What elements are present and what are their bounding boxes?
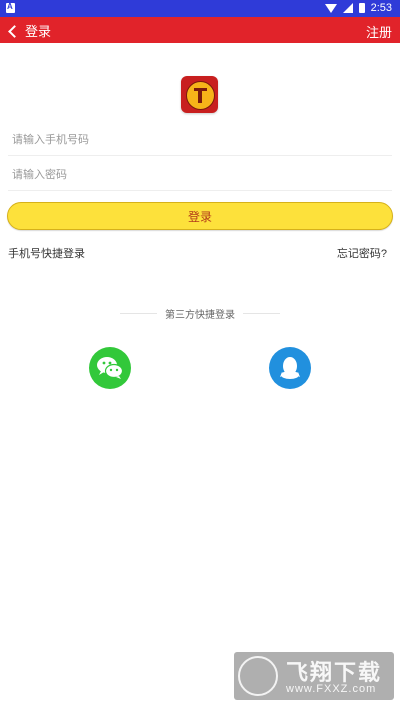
- password-input[interactable]: [8, 160, 400, 190]
- app-bar: 登录 注册: [0, 17, 400, 43]
- qq-login-button[interactable]: [269, 347, 311, 389]
- login-button[interactable]: 登录: [7, 202, 393, 230]
- divider-line-left: [120, 312, 157, 314]
- forgot-password-link[interactable]: 忘记密码?: [337, 245, 387, 261]
- wifi-icon: [324, 3, 337, 13]
- watermark: 飞翔下载 www.FXXZ.com: [234, 652, 394, 700]
- divider-line-right: [243, 312, 280, 314]
- back-button[interactable]: 登录: [8, 21, 52, 40]
- watermark-url: www.FXXZ.com: [286, 683, 377, 695]
- phone-field: [8, 125, 400, 156]
- status-time: 2:53: [370, 2, 392, 14]
- watermark-logo-icon: [238, 656, 278, 696]
- third-party-label: 第三方快捷登录: [165, 309, 235, 321]
- battery-icon: [358, 3, 365, 13]
- notification-icon: [6, 2, 15, 13]
- phone-input[interactable]: [8, 125, 400, 155]
- page-title: 登录: [25, 24, 52, 39]
- password-field: [8, 160, 400, 191]
- status-bar: 2:53: [0, 0, 400, 17]
- phone-quick-login-link[interactable]: 手机号快捷登录: [8, 245, 85, 261]
- logo-seal-icon: [186, 81, 215, 110]
- wechat-login-button[interactable]: [89, 347, 131, 389]
- third-party-divider: 第三方快捷登录: [120, 306, 280, 321]
- app-logo: [181, 76, 218, 113]
- wechat-icon: [97, 357, 124, 379]
- qq-icon: [280, 357, 300, 379]
- status-icons: 2:53: [324, 2, 392, 14]
- register-button[interactable]: 注册: [366, 22, 392, 41]
- signal-icon: [342, 3, 353, 13]
- chevron-left-icon: [8, 24, 21, 38]
